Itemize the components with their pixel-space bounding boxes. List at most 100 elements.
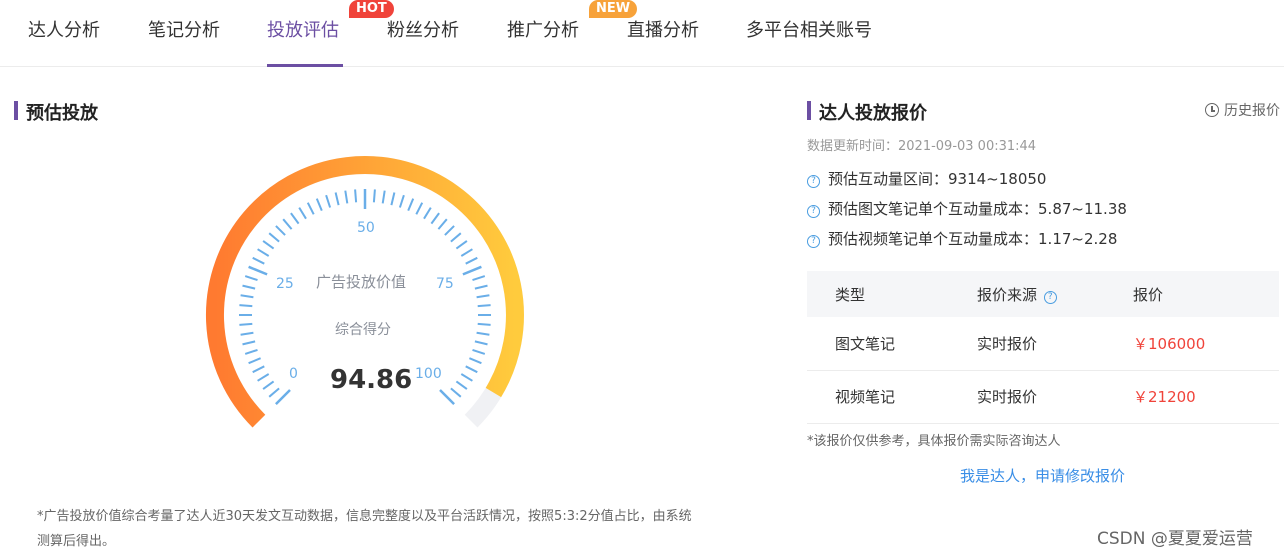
new-badge: NEW (589, 0, 638, 18)
gauge-tick-mark (474, 284, 488, 290)
history-label: 历史报价 (1224, 103, 1280, 119)
gauge-tick-mark (476, 331, 490, 336)
gauge-label: 广告投放价值 (316, 273, 407, 291)
history-quote-link[interactable]: 历史报价 (1205, 100, 1280, 120)
info-text: 预估视频笔记单个互动量成本：1.17~2.28 (828, 230, 1118, 248)
tab-multiplatform-accounts[interactable]: 多平台相关账号 (746, 16, 872, 42)
tab-note-analysis[interactable]: 笔记分析 (148, 16, 220, 42)
gauge-tick-mark (315, 198, 323, 211)
gauge-tick-mark (437, 218, 448, 230)
gauge-tick-mark (472, 348, 486, 355)
gauge-tick-mark (268, 387, 280, 398)
table-header-row: 类型 报价来源 ? 报价 (807, 271, 1279, 317)
gauge-tick-100: 100 (415, 366, 442, 382)
row-source: 实时报价 (977, 370, 1133, 424)
gauge-graphic (206, 156, 524, 428)
gauge-tick-mark (252, 365, 265, 374)
gauge-tick-mark (460, 373, 473, 382)
gauge-tick-mark (298, 207, 307, 220)
gauge-tick-mark (450, 387, 462, 398)
gauge-tick-mark (462, 265, 482, 276)
gauge-tick-mark (275, 389, 291, 405)
gauge-tick-mark (477, 322, 491, 326)
gauge-tick-mark (430, 212, 440, 225)
header-type: 类型 (807, 271, 977, 317)
gauge-tick-mark (244, 348, 258, 355)
gauge-tick-mark (242, 284, 256, 290)
header-source: 报价来源 ? (977, 271, 1133, 317)
info-video-note-cost: ? 预估视频笔记单个互动量成本：1.17~2.28 (807, 228, 1117, 249)
quote-section-title: 达人投放报价 (807, 99, 927, 125)
gauge-tick-mark (248, 265, 268, 276)
gauge-tick-mark (465, 365, 478, 374)
gauge-tick-mark (334, 192, 340, 206)
gauge-tick-mark (398, 194, 405, 208)
info-text: 预估图文笔记单个互动量成本：5.87~11.38 (828, 200, 1127, 218)
gauge-tick-mark (262, 240, 275, 250)
gauge-tick-mark (455, 240, 468, 250)
gauge-tick-mark (306, 202, 315, 215)
gauge-tick-mark (444, 225, 455, 236)
gauge-tick-mark (474, 340, 488, 346)
gauge-tick-mark (423, 207, 432, 220)
gauge-tick-75: 75 (436, 276, 454, 292)
header-price: 报价 (1133, 271, 1279, 317)
gauge-tick-mark (344, 190, 349, 204)
gauge-tick-mark (476, 294, 490, 299)
quote-disclaimer: *该报价仅供参考，具体报价需实际咨询达人 (807, 434, 1061, 449)
gauge-tick-mark (450, 232, 462, 243)
table-row: 视频笔记 实时报价 ￥21200 (807, 370, 1279, 424)
tab-fans-analysis[interactable]: 粉丝分析 (387, 16, 459, 42)
hot-badge: HOT (349, 0, 394, 18)
question-icon[interactable]: ? (807, 235, 820, 248)
question-icon[interactable]: ? (807, 205, 820, 218)
tab-daren-analysis[interactable]: 达人分析 (28, 16, 100, 42)
history-icon (1205, 103, 1219, 117)
question-icon[interactable]: ? (1043, 290, 1057, 304)
row-type: 图文笔记 (807, 317, 977, 371)
gauge-tick-mark (472, 275, 486, 282)
gauge-tick-mark (252, 256, 265, 265)
tab-live-analysis[interactable]: 直播分析 (627, 16, 699, 42)
gauge-tick-50: 50 (357, 220, 375, 236)
gauge-tick-mark (477, 304, 491, 308)
gauge-tick-mark (407, 198, 415, 211)
gauge-tick-mark (257, 248, 270, 257)
gauge-tick-mark (282, 218, 293, 230)
gauge-tick-mark (242, 340, 256, 346)
gauge-tick-mark (415, 202, 424, 215)
question-icon[interactable]: ? (807, 175, 820, 188)
row-price: ￥106000 (1133, 317, 1279, 371)
gauge-tick-mark (275, 225, 286, 236)
gauge-tick-mark (244, 275, 258, 282)
gauge-tick-mark (240, 294, 254, 299)
gauge-tick-mark (257, 373, 270, 382)
tab-ad-evaluation[interactable]: 投放评估 (267, 16, 339, 42)
gauge-footnote: *广告投放价值综合考量了达人近30天发文互动数据，信息完整度以及平台活跃情况，按… (37, 509, 692, 549)
gauge-sub-label: 综合得分 (335, 322, 391, 338)
tab-promotion-analysis[interactable]: 推广分析 (507, 16, 579, 42)
gauge-score: 94.86 (330, 365, 413, 395)
gauge-tick-mark (240, 331, 254, 336)
apply-modify-quote-link[interactable]: 我是达人，申请修改报价 (960, 465, 1125, 486)
gauge-tick-mark (460, 248, 473, 257)
info-text: 预估互动量区间：9314~18050 (828, 170, 1047, 188)
gauge-tick-25: 25 (276, 276, 294, 292)
row-type: 视频笔记 (807, 370, 977, 424)
gauge-tick-mark (262, 380, 275, 390)
gauge-tick-mark (465, 256, 478, 265)
gauge-tick-mark (239, 304, 253, 308)
info-interaction-range: ? 预估互动量区间：9314~18050 (807, 168, 1046, 189)
table-row: 图文笔记 实时报价 ￥106000 (807, 317, 1279, 371)
info-image-note-cost: ? 预估图文笔记单个互动量成本：5.87~11.38 (807, 198, 1127, 219)
score-gauge: 0 25 50 75 100 广告投放价值 综合得分 94.86 (190, 150, 540, 450)
gauge-tick-mark (439, 389, 455, 405)
gauge-tick-mark (325, 194, 332, 208)
gauge-tick-mark (469, 357, 482, 365)
row-price: ￥21200 (1133, 370, 1279, 424)
tab-bar: 达人分析 笔记分析 投放评估 粉丝分析 推广分析 直播分析 多平台相关账号 HO… (0, 0, 1284, 67)
gauge-tick-mark (372, 189, 376, 203)
gauge-tick-mark (455, 380, 468, 390)
watermark: CSDN @夏夏爱运营 (1097, 529, 1253, 549)
row-source: 实时报价 (977, 317, 1133, 371)
